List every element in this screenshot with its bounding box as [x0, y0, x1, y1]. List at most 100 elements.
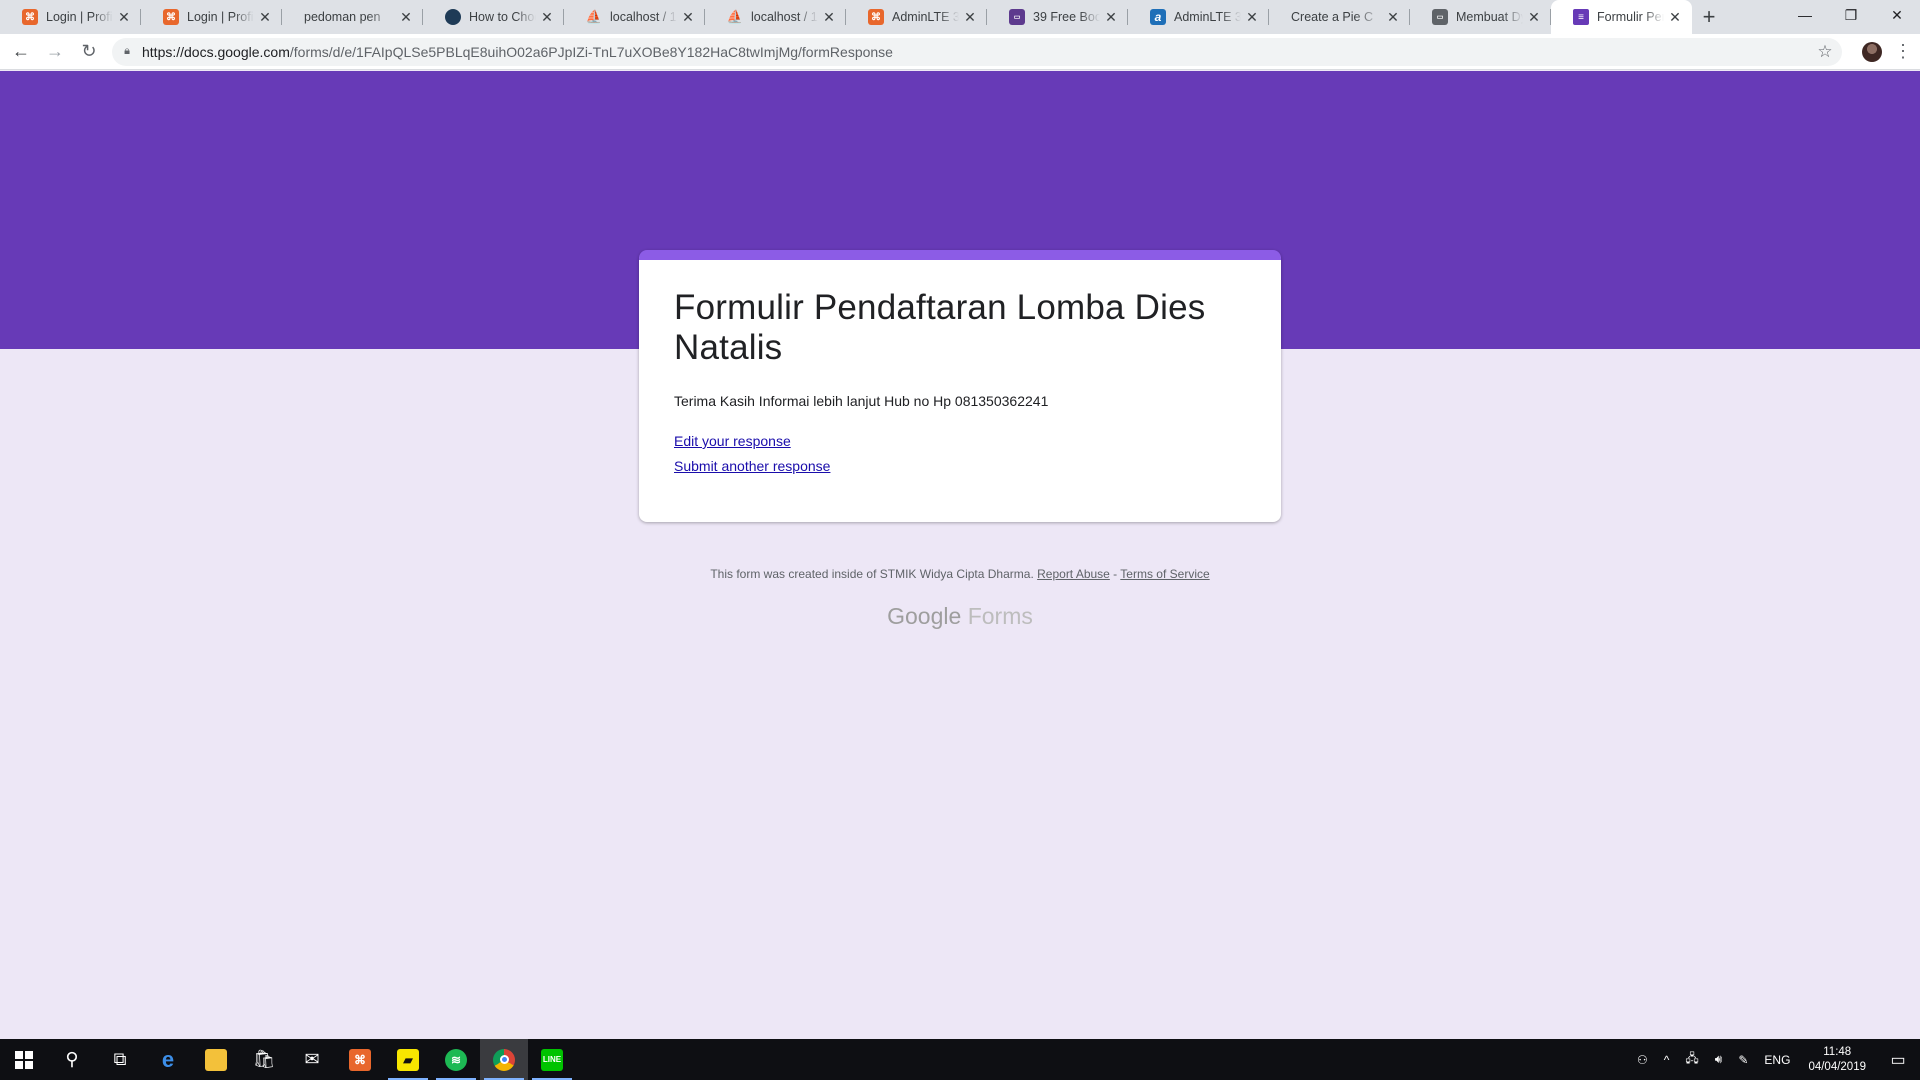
response-links: Edit your response Submit another respon… [674, 429, 1247, 479]
taskbar-chrome[interactable] [480, 1039, 528, 1080]
close-icon[interactable]: ✕ [536, 6, 558, 28]
notification-center-icon[interactable]: ▭ [1876, 1039, 1920, 1080]
submit-another-response-link[interactable]: Submit another response [674, 454, 1247, 479]
sphere-icon [445, 9, 461, 25]
search-icon: ⚲ [65, 1049, 79, 1069]
edge-icon: e [161, 1046, 175, 1072]
tab-title: Login | Profil W [187, 10, 254, 24]
taskbar-line[interactable]: LINE [528, 1039, 576, 1080]
report-abuse-link[interactable]: Report Abuse [1037, 567, 1110, 581]
taskbar-xampp[interactable]: ⌘ [336, 1039, 384, 1080]
browser-tab[interactable]: pedoman pen ✕ [282, 0, 423, 86]
browser-tab[interactable]: ⛵ localhost / 127 ✕ [705, 0, 846, 34]
tab-title: Formulir Pend [1597, 10, 1664, 24]
browser-tab-active[interactable]: ≡ Formulir Pend ✕ [1551, 0, 1692, 34]
taskbar-sticky-notes[interactable]: ▰ [384, 1039, 432, 1080]
line-icon: LINE [541, 1048, 563, 1071]
browser-tab[interactable]: ⛵ localhost / 127 ✕ [564, 0, 705, 34]
profile-avatar[interactable] [1862, 41, 1882, 62]
orange-box-icon: ⌘ [163, 9, 179, 25]
close-icon[interactable]: ✕ [959, 6, 981, 28]
form-title: Formulir Pendaftaran Lomba Dies Natalis [674, 288, 1206, 367]
phpmyadmin-icon: ⛵ [726, 9, 744, 24]
language-indicator[interactable]: ENG [1756, 1053, 1798, 1067]
chrome-icon [493, 1048, 515, 1071]
clock-date: 04/04/2019 [1808, 1060, 1866, 1073]
tab-title: How to Choos [469, 10, 536, 24]
brand-google: Google [887, 603, 962, 629]
network-icon[interactable]: 🖧︎ [1677, 1049, 1706, 1070]
people-icon[interactable]: ⚇ [1629, 1053, 1656, 1067]
close-window-button[interactable]: ✕ [1874, 0, 1920, 30]
close-icon[interactable]: ✕ [1382, 6, 1404, 28]
page-content: Formulir Pendaftaran Lomba Dies Natalis … [0, 71, 1920, 1039]
close-icon[interactable]: ✕ [113, 6, 135, 28]
brand-forms: Forms [967, 603, 1033, 629]
browser-tab[interactable]: ▭ Membuat Dyn ✕ [1410, 0, 1551, 34]
task-view-button[interactable]: ⧉ [96, 1039, 144, 1080]
tab-title: AdminLTE 3 | D [892, 10, 959, 24]
confirmation-message: Terima Kasih Informai lebih lanjut Hub n… [674, 393, 1049, 409]
clock[interactable]: 11:48 04/04/2019 [1798, 1045, 1876, 1075]
spotify-icon: ≋ [445, 1048, 467, 1071]
close-icon[interactable]: ✕ [395, 6, 417, 28]
close-icon[interactable]: ✕ [1100, 6, 1122, 28]
start-button[interactable] [0, 1039, 48, 1080]
taskbar-store[interactable]: 🛍︎ [240, 1039, 288, 1080]
browser-tab[interactable]: ▭ 39 Free Bootst ✕ [987, 0, 1128, 34]
browser-tab[interactable]: How to Choos ✕ [423, 0, 564, 34]
forms-icon: ≡ [1573, 9, 1589, 25]
volume-icon[interactable]: 🔊︎ [1707, 1052, 1731, 1067]
taskbar-edge[interactable]: e [144, 1039, 192, 1080]
back-button[interactable]: ← [6, 37, 36, 67]
bookmark-star-icon[interactable]: ☆ [1808, 42, 1842, 62]
forward-button[interactable]: → [40, 37, 70, 67]
pen-icon[interactable]: ✎ [1730, 1053, 1756, 1067]
maximize-button[interactable]: ❐ [1828, 0, 1874, 30]
browser-tab[interactable]: ⌘ Login | Profil W ✕ [141, 0, 282, 34]
close-icon[interactable]: ✕ [818, 6, 840, 28]
search-button[interactable]: ⚲ [48, 1039, 96, 1080]
close-icon[interactable]: ✕ [254, 6, 276, 28]
taskbar-spotify[interactable]: ≋ [432, 1039, 480, 1080]
tab-title: 39 Free Bootst [1033, 10, 1100, 24]
close-icon[interactable]: ✕ [1664, 6, 1686, 28]
mail-icon: ✉ [304, 1049, 320, 1069]
footer-separator: - [1109, 567, 1121, 581]
orange-box-icon: ⌘ [22, 9, 38, 25]
reload-button[interactable]: ↻ [74, 37, 104, 67]
browser-tab[interactable]: Create a Pie C ✕ [1269, 0, 1410, 86]
gray-box-icon: ▭ [1432, 9, 1448, 25]
footer-text: This form was created inside of STMIK Wi… [710, 567, 1034, 581]
google-forms-logo[interactable]: Google Forms [0, 603, 1920, 630]
browser-tab[interactable]: ⌘ Login | Profil W ✕ [0, 0, 141, 34]
close-icon[interactable]: ✕ [1241, 6, 1263, 28]
edit-response-link[interactable]: Edit your response [674, 429, 1247, 454]
close-icon[interactable]: ✕ [1523, 6, 1545, 28]
tab-title: Create a Pie C [1291, 10, 1373, 24]
url-text[interactable]: https://docs.google.com/forms/d/e/1FAIpQ… [142, 44, 1808, 60]
browser-tab[interactable]: ⌘ AdminLTE 3 | D ✕ [846, 0, 987, 34]
browser-tab[interactable]: a AdminLTE 3 | D ✕ [1128, 0, 1269, 34]
tab-title: localhost / 127 [610, 10, 677, 24]
browser-toolbar: ← → ↻ 🔒︎ https://docs.google.com/forms/d… [0, 34, 1920, 70]
browser-menu-icon[interactable]: ⋮ [1888, 41, 1918, 62]
xampp-icon: ⌘ [349, 1048, 371, 1071]
sticky-notes-icon: ▰ [397, 1048, 419, 1071]
minimize-button[interactable]: — [1782, 0, 1828, 30]
windows-taskbar: ⚲ ⧉ e 🛍︎ ✉ ⌘ ▰ ≋ LINE ⚇ ^ 🖧︎ 🔊︎ ✎ ENG 11… [0, 1039, 1920, 1080]
taskbar-mail[interactable]: ✉ [288, 1039, 336, 1080]
show-hidden-icons-chevron-icon[interactable]: ^ [1656, 1053, 1678, 1067]
new-tab-button[interactable]: + [1692, 0, 1726, 34]
address-bar[interactable]: 🔒︎ https://docs.google.com/forms/d/e/1FA… [112, 37, 1842, 66]
window-controls: — ❐ ✕ [1782, 0, 1920, 34]
tab-title: localhost / 127 [751, 10, 818, 24]
tab-title: Membuat Dyn [1456, 10, 1523, 24]
phpmyadmin-icon: ⛵ [585, 9, 603, 24]
blue-a-icon: a [1150, 9, 1166, 25]
tab-strip: ⌘ Login | Profil W ✕ ⌘ Login | Profil W … [0, 0, 1920, 86]
terms-of-service-link[interactable]: Terms of Service [1120, 567, 1209, 581]
tab-title: Login | Profil W [46, 10, 113, 24]
close-icon[interactable]: ✕ [677, 6, 699, 28]
taskbar-file-explorer[interactable] [192, 1039, 240, 1080]
